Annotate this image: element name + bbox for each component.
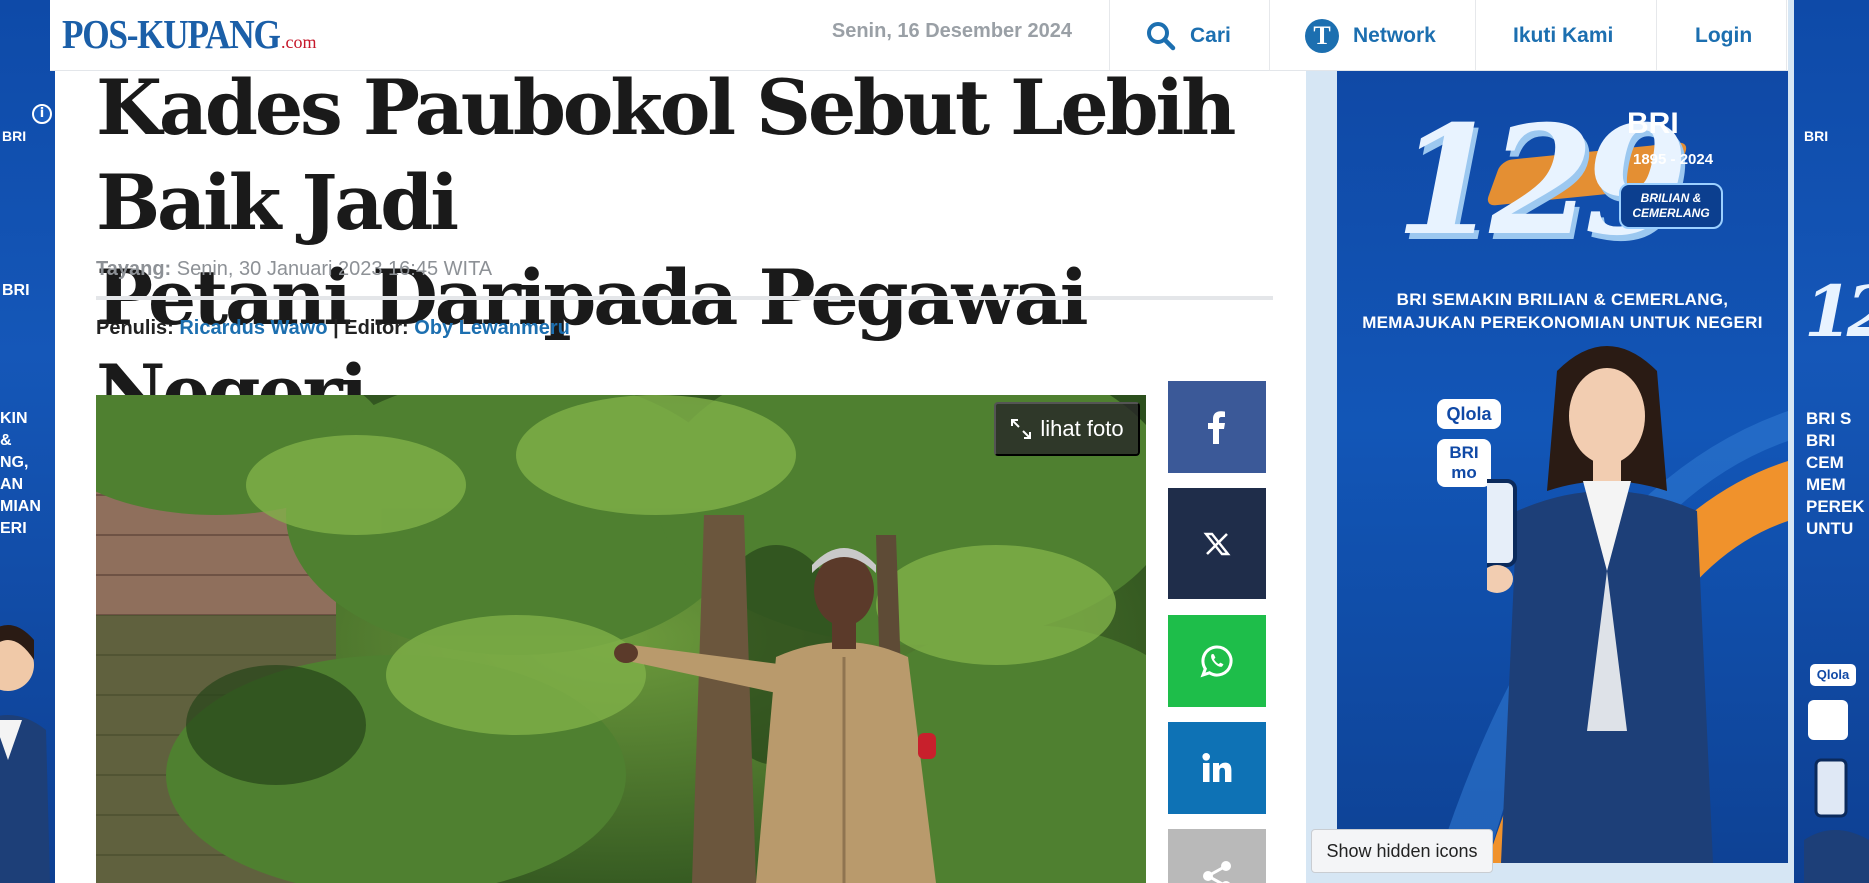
meta-divider: [96, 296, 1273, 300]
whatsapp-icon: [1200, 645, 1233, 678]
ad-badge: BRILIAN & CEMERLANG: [1619, 183, 1723, 229]
search-button[interactable]: Cari: [1146, 0, 1231, 71]
view-photo-label: lihat foto: [1040, 416, 1124, 441]
linkedin-icon: [1202, 753, 1232, 782]
ad-app-brimo: BRI mo: [1437, 439, 1491, 487]
share-icon: [1203, 861, 1231, 883]
network-button[interactable]: T Network: [1305, 0, 1436, 71]
follow-us-button[interactable]: Ikuti Kami: [1513, 0, 1613, 71]
ad-tagline-2: MEMAJUKAN PEREKONOMIAN UNTUK NEGERI: [1362, 313, 1763, 332]
share-x-button[interactable]: [1168, 488, 1266, 599]
publish-date: Senin, 30 Januari 2023 16:45 WITA: [176, 258, 493, 280]
nav-divider: [1656, 0, 1657, 71]
headline-line-1: Kades Paubokol Sebut Lebih Baik Jadi: [96, 63, 1236, 247]
right-ad-person-image: [1804, 700, 1869, 883]
publish-info: Tayang: Senin, 30 Januari 2023 16:45 WIT…: [96, 258, 492, 281]
share-linkedin-button[interactable]: [1168, 722, 1266, 814]
left-ad-text: KIN & NG, AN MIAN ERI: [0, 410, 41, 537]
share-whatsapp-button[interactable]: [1168, 615, 1266, 707]
byline-separator: |: [333, 317, 339, 339]
network-label: Network: [1353, 23, 1436, 47]
login-button[interactable]: Login: [1695, 0, 1752, 71]
expand-icon: [1011, 419, 1032, 439]
search-label: Cari: [1190, 23, 1231, 47]
right-ad-skin[interactable]: BRI 129 BRI SBRICEMMEMPEREKUNTU Qlola: [1794, 0, 1869, 883]
current-date: Senin, 16 Desember 2024: [831, 20, 1072, 42]
ad-tagline-1: BRI SEMAKIN BRILIAN & CEMERLANG,: [1396, 290, 1729, 309]
tribun-network-icon: T: [1305, 18, 1339, 53]
editor-link[interactable]: Oby Lewanmeru: [414, 317, 570, 339]
left-ad-brand: BRI: [2, 128, 27, 144]
show-hidden-icons-tooltip: Show hidden icons: [1311, 829, 1493, 873]
share-more-button[interactable]: [1168, 829, 1266, 883]
left-ad-brand-2: BRI: [2, 282, 30, 299]
ad-brand-logo: BRI: [1627, 107, 1679, 140]
share-facebook-button[interactable]: [1168, 381, 1266, 473]
right-ad-anniversary: 129: [1804, 270, 1869, 353]
article-headline: Kades Paubokol Sebut Lebih Baik Jadi Pet…: [96, 60, 1296, 440]
article-photo[interactable]: [96, 395, 1146, 883]
nav-divider: [1786, 0, 1787, 71]
left-ad-person-image: [0, 625, 50, 883]
facebook-icon: [1208, 411, 1225, 444]
right-ad-app-qlola: Qlola: [1810, 664, 1856, 686]
photo-image: [96, 395, 1146, 883]
right-ad-brand: BRI: [1804, 128, 1829, 144]
byline: Penulis: Ricardus Wawo | Editor: Oby Lew…: [96, 317, 570, 340]
ad-info-icon[interactable]: i: [32, 104, 52, 124]
nav-divider: [1475, 0, 1476, 71]
search-icon: [1147, 21, 1176, 50]
ad-model-image: [1487, 346, 1713, 863]
editor-label: Editor:: [344, 317, 409, 339]
ad-years: 1895 - 2024: [1633, 151, 1714, 168]
view-photo-button[interactable]: lihat foto: [994, 402, 1140, 456]
author-link[interactable]: Ricardus Wawo: [179, 317, 327, 339]
publish-label: Tayang:: [96, 258, 172, 280]
nav-divider: [1109, 0, 1110, 71]
author-label: Penulis:: [96, 317, 174, 339]
left-ad-skin[interactable]: BRI BRI KIN & NG, AN MIAN ERI i: [0, 0, 55, 883]
top-header: POS-KUPANG .com Senin, 16 Desember 2024 …: [50, 0, 1788, 71]
x-icon: [1203, 532, 1231, 555]
bri-advertisement[interactable]: 129 BRI 1895 - 2024 BRILIAN & CEMERLANG …: [1337, 71, 1788, 863]
right-ad-text: BRI S BRI CEM MEM PEREK UNTU: [1806, 409, 1865, 538]
nav-divider: [1269, 0, 1270, 71]
